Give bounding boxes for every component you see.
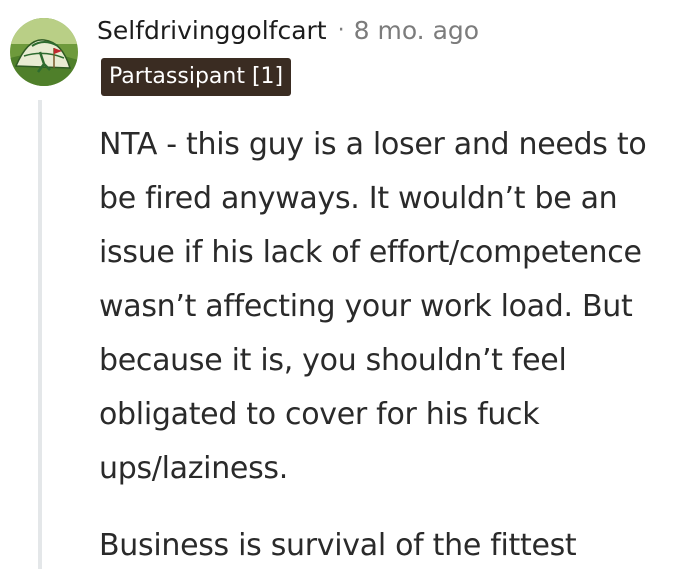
comment-text-line: be fired anyways. It wouldn’t be an (99, 181, 618, 216)
comment-paragraph: NTA - this guy is a loser and needs to b… (99, 118, 699, 496)
comment-paragraph: Business is survival of the fittest (99, 519, 699, 573)
masters-golf-avatar-icon (10, 18, 78, 86)
comment-timestamp[interactable]: 8 mo. ago (354, 16, 479, 45)
comment-text-line: NTA - this guy is a loser and needs to (99, 127, 647, 162)
comment-text-line: wasn’t affecting your work load. But (99, 289, 633, 324)
comment-text-line: because it is, you shouldn’t feel (99, 343, 567, 378)
comment-text-line: obligated to cover for his fuck (99, 397, 540, 432)
thread-collapse-line[interactable] (38, 100, 42, 569)
comment-meta: Selfdrivinggolfcart · 8 mo. ago (97, 10, 479, 50)
comment-text-line: ups/laziness. (99, 451, 288, 486)
comment-body: NTA - this guy is a loser and needs to b… (99, 118, 699, 573)
comment-text-line: issue if his lack of effort/competence (99, 235, 642, 270)
comment-text-line: Business is survival of the fittest (99, 528, 577, 563)
meta-separator: · (337, 17, 345, 43)
username-link[interactable]: Selfdrivinggolfcart (97, 16, 327, 45)
avatar[interactable] (10, 18, 78, 86)
user-flair-badge: Partassipant [1] (101, 58, 292, 96)
